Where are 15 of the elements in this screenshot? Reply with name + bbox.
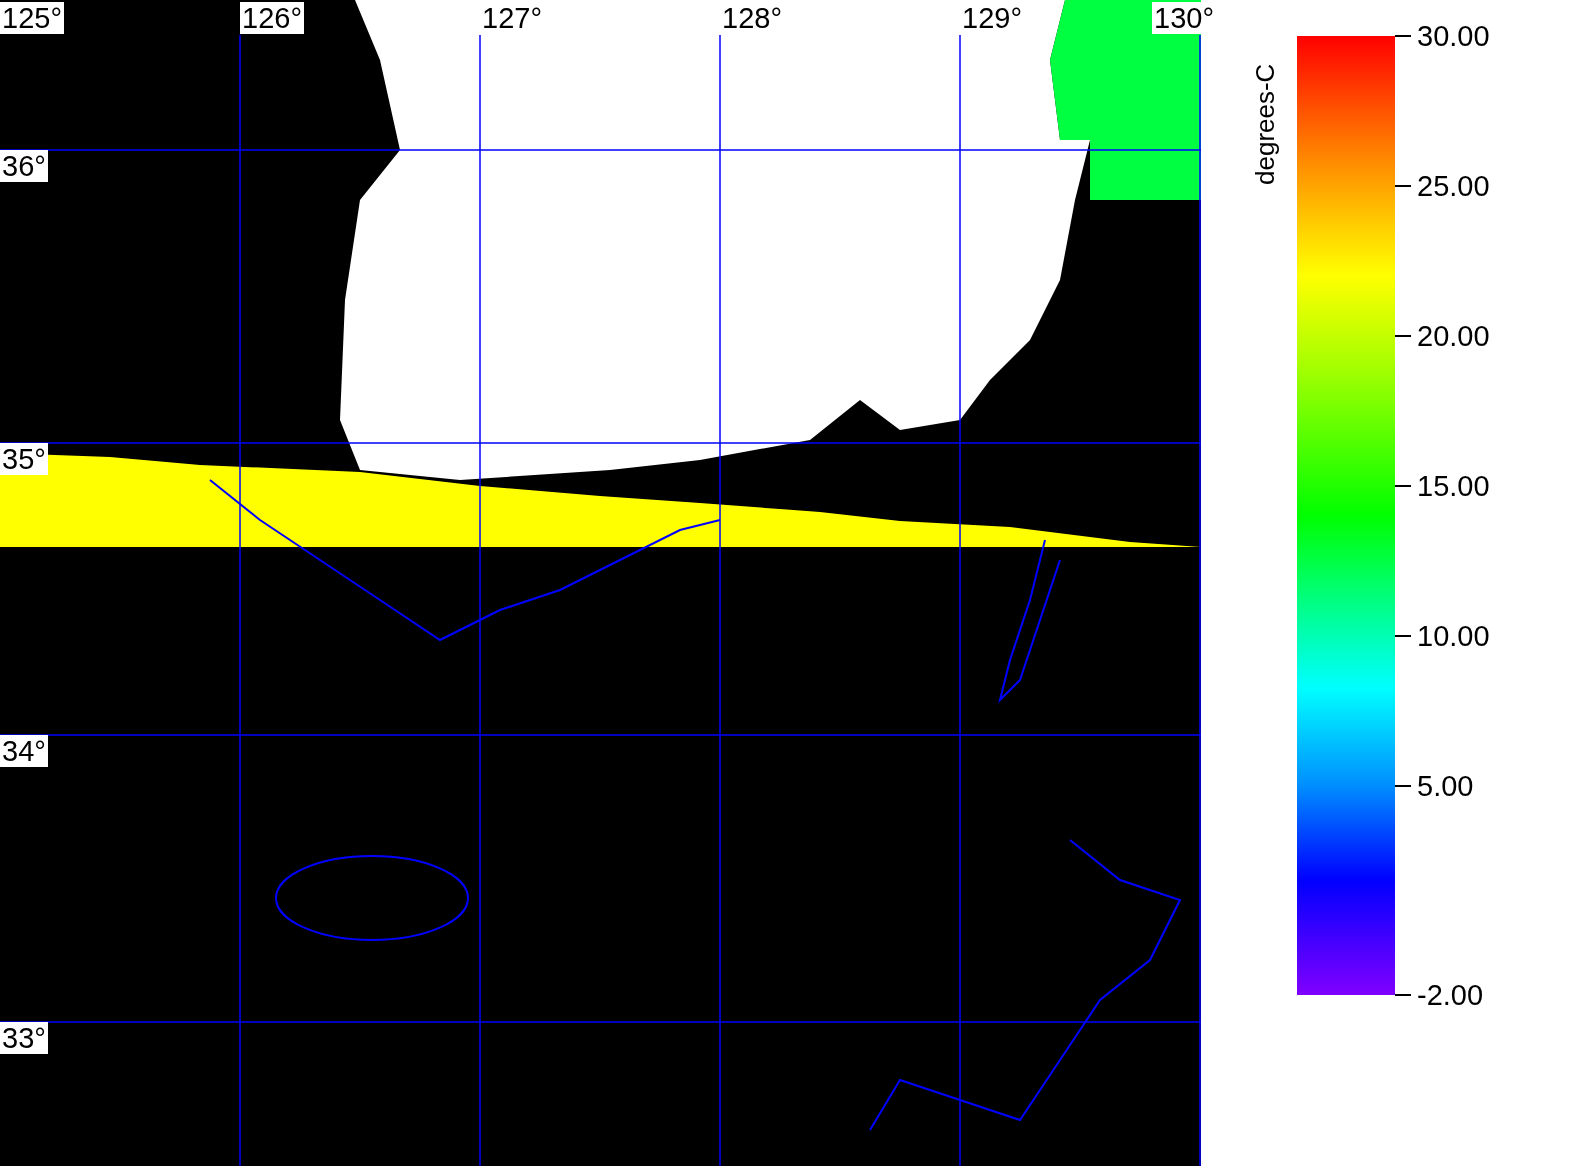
latitude-label: 34° — [0, 735, 48, 767]
scale-tick-label: 25.00 — [1417, 170, 1490, 202]
scale-tick-label: 10.00 — [1417, 620, 1490, 652]
scale-tick-label: -2.00 — [1417, 979, 1484, 1011]
longitude-label: 126° — [240, 2, 304, 34]
longitude-label: 125° — [0, 2, 64, 34]
scale-tick-label: 30.00 — [1417, 20, 1490, 52]
scale-tick-label: 15.00 — [1417, 470, 1490, 502]
longitude-label: 130° — [1152, 2, 1216, 34]
scale-title: degrees-C — [1250, 63, 1281, 185]
scale-tick-label: 20.00 — [1417, 320, 1490, 352]
scale-tick-label: 5.00 — [1417, 770, 1474, 802]
latitude-label: 33° — [0, 1022, 48, 1054]
latitude-label: 36° — [0, 150, 48, 182]
latitude-label: 35° — [0, 443, 48, 475]
